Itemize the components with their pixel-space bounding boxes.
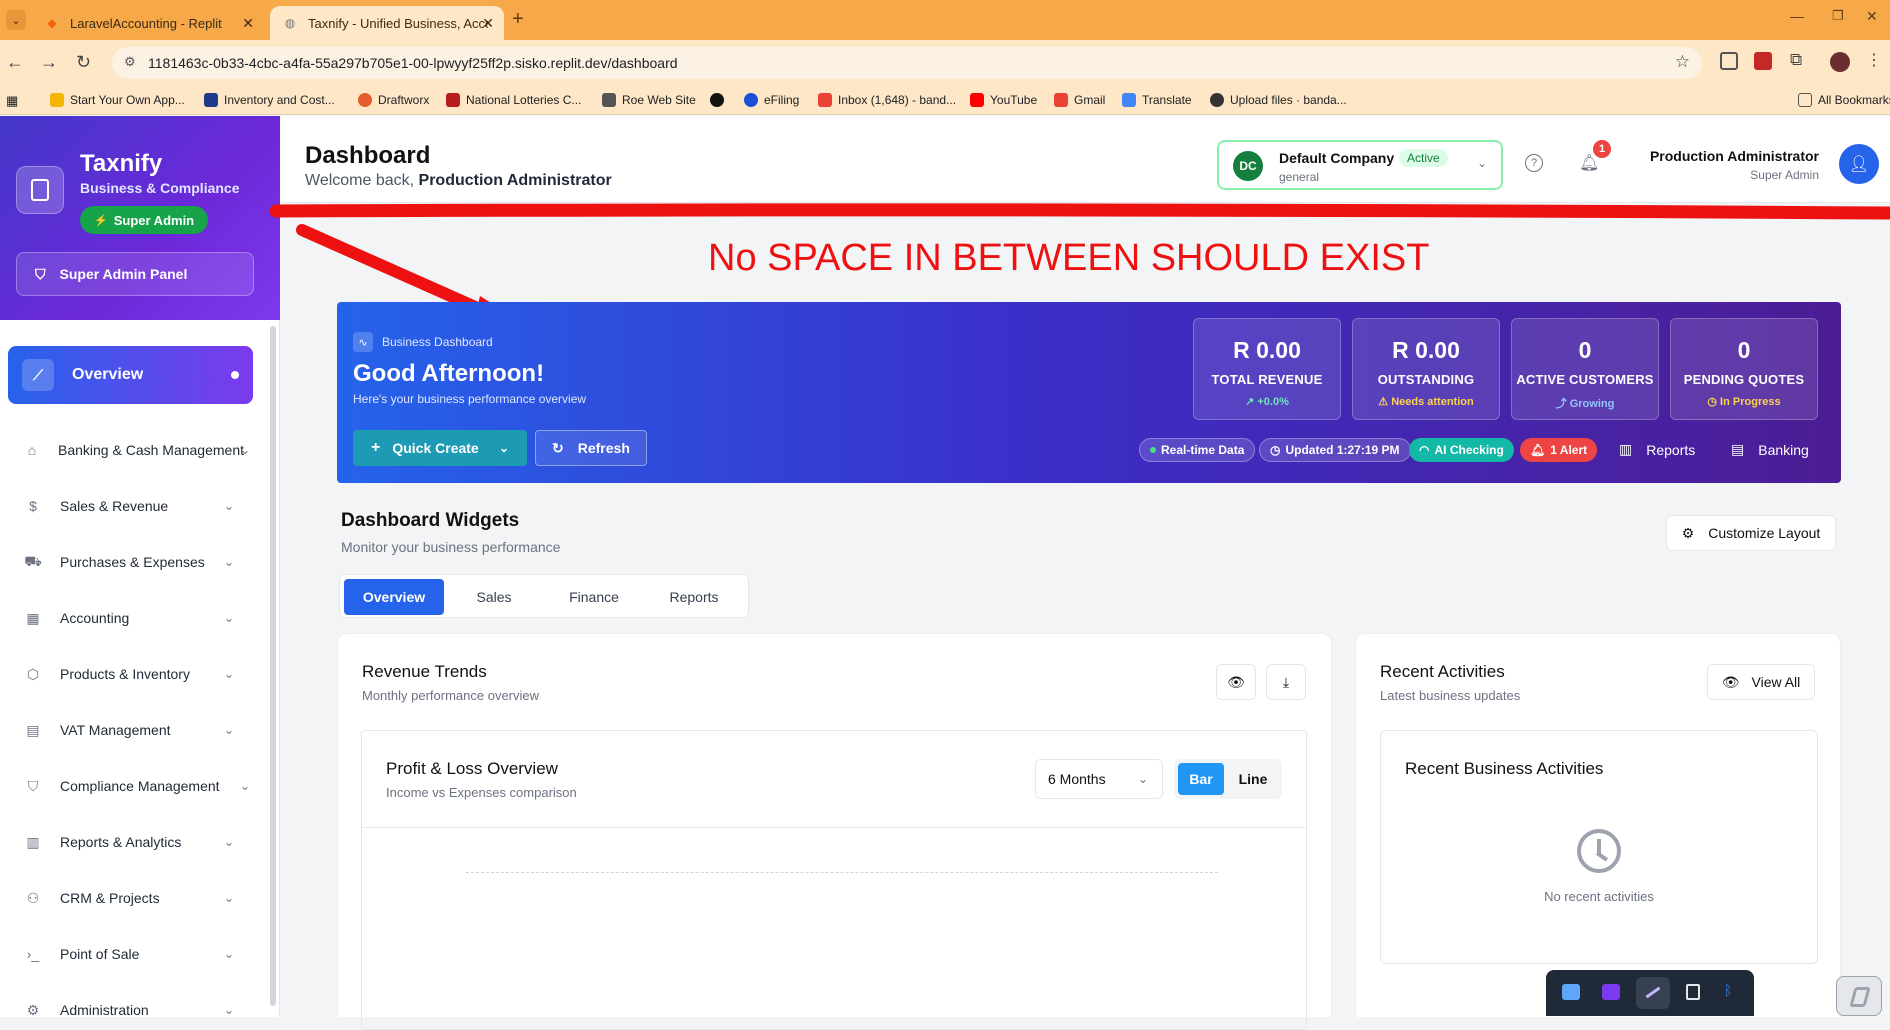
stat-value: 0	[1737, 337, 1751, 363]
quick-create-button[interactable]: + Quick Create ⌄	[353, 430, 527, 466]
activities-subtitle: Latest business updates	[1380, 688, 1521, 703]
pill-label: AI Checking	[1434, 443, 1504, 457]
recent-business-activities-panel: Recent Business Activities No recent act…	[1380, 730, 1818, 964]
toggle-bar[interactable]: Bar	[1178, 763, 1224, 795]
stat-trend: ⤴ Growing	[1555, 398, 1615, 410]
toggle-line[interactable]: Line	[1228, 763, 1278, 795]
stat-label: TOTAL REVENUE	[1211, 372, 1323, 387]
customize-layout-button[interactable]: ⚙ Customize Layout	[1666, 515, 1836, 551]
stat-card-active-customers[interactable]: 0 ACTIVE CUSTOMERS ⤴ Growing	[1511, 318, 1659, 420]
chevron-down-icon: ⌄	[498, 441, 509, 455]
annotation-text: No SPACE IN BETWEEN SHOULD EXIST	[708, 237, 1430, 279]
revenue-trends-card: Revenue Trends Monthly performance overv…	[337, 633, 1332, 1030]
profit-loss-panel: Profit & Loss Overview Income vs Expense…	[361, 730, 1307, 1030]
chart-type-toggle: Bar Line	[1174, 759, 1282, 799]
activity-icon: ∿	[353, 332, 373, 352]
ai-checking-pill: ◠ AI Checking	[1409, 438, 1514, 462]
eye-icon: 👁︎	[1721, 673, 1740, 690]
stat-trend: ↗ +0.0%	[1245, 396, 1289, 408]
bar-chart-icon: ▥	[1619, 441, 1633, 457]
clock-icon: ◷	[1270, 443, 1281, 457]
system-tray-popup: ᛒ	[1546, 970, 1754, 1016]
refresh-icon: ↻	[552, 439, 564, 456]
alert-pill[interactable]: 🔔︎ 1 Alert	[1520, 438, 1598, 462]
link-label: Banking	[1758, 441, 1809, 458]
activities-inner-title: Recent Business Activities	[1405, 759, 1604, 778]
view-all-label: View All	[1751, 674, 1801, 690]
empty-state-text: No recent activities	[1544, 889, 1654, 904]
revenue-subtitle: Monthly performance overview	[362, 688, 540, 703]
tab-finance[interactable]: Finance	[544, 579, 644, 615]
stat-value: 0	[1578, 337, 1592, 363]
reports-link[interactable]: ▥ Reports	[1619, 441, 1695, 458]
bell-icon: 🔔︎	[1530, 443, 1546, 457]
live-dot	[1150, 447, 1156, 453]
banking-link[interactable]: ▤ Banking	[1731, 441, 1809, 458]
tab-reports[interactable]: Reports	[644, 579, 744, 615]
widgets-title: Dashboard Widgets	[341, 510, 520, 531]
view-all-button[interactable]: 👁︎ View All	[1707, 664, 1815, 700]
business-dashboard-hero: ∿ Business Dashboard Good Afternoon! Her…	[337, 302, 1841, 483]
download-icon[interactable]: ⤓	[1266, 664, 1306, 700]
stat-trend: ◷ In Progress	[1707, 396, 1781, 408]
tab-overview[interactable]: Overview	[344, 579, 444, 615]
hero-eyebrow: Business Dashboard	[382, 335, 493, 349]
annotation-underline	[269, 203, 1890, 220]
assistant-launcher-icon[interactable]	[1836, 976, 1882, 1016]
onenote-icon[interactable]	[1602, 984, 1620, 1000]
updated-time-pill: ◷ Updated 1:27:19 PM	[1259, 438, 1411, 462]
pl-title: Profit & Loss Overview	[386, 759, 558, 778]
tablet-icon[interactable]	[1686, 984, 1700, 1000]
refresh-button[interactable]: ↻ Refresh	[535, 430, 647, 466]
receipt-icon: ▤	[1731, 441, 1745, 457]
app-icon[interactable]	[1562, 984, 1580, 1000]
eye-icon[interactable]: 👁︎	[1216, 664, 1256, 700]
plus-icon: +	[371, 439, 381, 456]
gear-icon: ⚙	[1681, 524, 1695, 541]
revenue-title: Revenue Trends	[362, 662, 487, 681]
pl-subtitle: Income vs Expenses comparison	[386, 785, 577, 800]
clock-icon	[1577, 829, 1621, 873]
period-value: 6 Months	[1048, 771, 1106, 787]
pill-label: Real-time Data	[1161, 443, 1245, 457]
chart-gridline	[466, 872, 1218, 873]
bluetooth-icon[interactable]: ᛒ	[1724, 982, 1732, 998]
stat-label: OUTSTANDING	[1377, 372, 1475, 387]
widgets-subtitle: Monitor your business performance	[341, 539, 561, 555]
hero-greeting: Good Afternoon!	[353, 360, 545, 387]
link-label: Reports	[1646, 441, 1696, 458]
stat-card-total-revenue[interactable]: R 0.00 TOTAL REVENUE ↗ +0.0%	[1193, 318, 1341, 420]
pill-label: Updated 1:27:19 PM	[1285, 443, 1400, 457]
stat-card-pending-quotes[interactable]: 0 PENDING QUOTES ◷ In Progress	[1670, 318, 1818, 420]
stat-label: PENDING QUOTES	[1683, 372, 1805, 387]
divider	[362, 827, 1306, 828]
period-select[interactable]: 6 Months ⌄	[1035, 759, 1163, 799]
realtime-data-pill: Real-time Data	[1139, 438, 1256, 462]
quick-create-label: Quick Create	[392, 440, 479, 456]
pen-app-icon[interactable]	[1636, 977, 1670, 1009]
stat-trend: ⚠ Needs attention	[1378, 396, 1474, 408]
widget-tabs: Overview Sales Finance Reports	[339, 574, 749, 618]
hero-subtitle: Here's your business performance overvie…	[353, 392, 587, 406]
stat-value: R 0.00	[1233, 337, 1301, 363]
tab-sales[interactable]: Sales	[444, 579, 544, 615]
stat-label: ACTIVE CUSTOMERS	[1516, 372, 1654, 387]
customize-label: Customize Layout	[1708, 525, 1821, 541]
activities-title: Recent Activities	[1380, 662, 1505, 681]
stat-card-outstanding[interactable]: R 0.00 OUTSTANDING ⚠ Needs attention	[1352, 318, 1500, 420]
recent-activities-card: Recent Activities Latest business update…	[1355, 633, 1841, 1017]
refresh-label: Refresh	[577, 440, 630, 456]
chevron-down-icon: ⌄	[1137, 772, 1148, 786]
stat-value: R 0.00	[1392, 337, 1460, 363]
pill-label: 1 Alert	[1550, 443, 1588, 457]
loader-icon: ◠	[1419, 443, 1430, 457]
